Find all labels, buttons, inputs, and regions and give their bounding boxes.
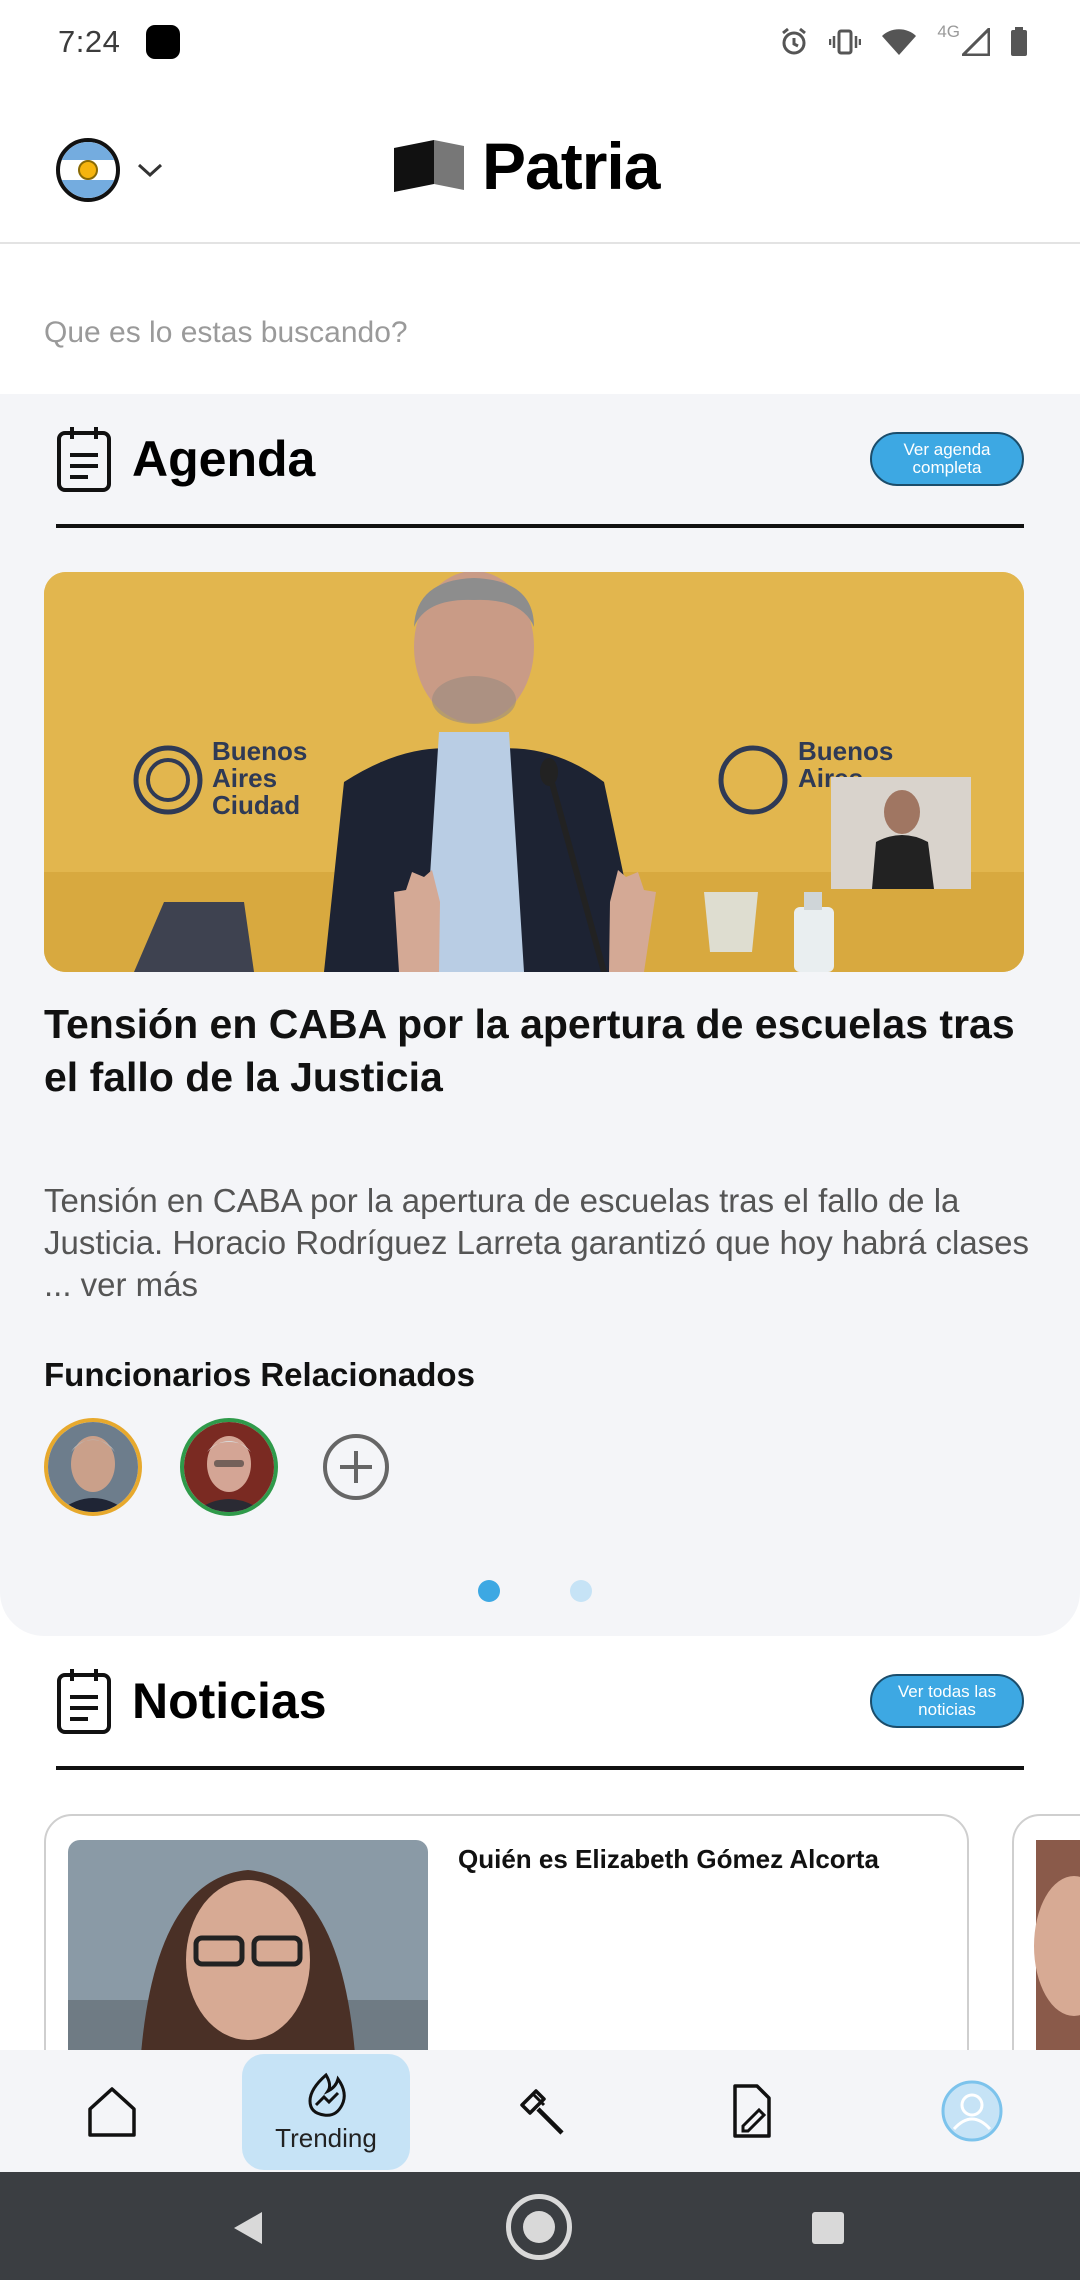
agenda-title: Agenda xyxy=(132,431,316,487)
signal-icon xyxy=(962,28,990,56)
agenda-section: Agenda Ver agenda completa Buenos Aires … xyxy=(0,394,1080,1636)
status-time: 7:24 xyxy=(58,24,121,59)
news-card-title: Quién es Elizabeth Gómez Alcorta xyxy=(458,1844,879,1874)
wifi-icon xyxy=(882,29,917,55)
nav-home[interactable] xyxy=(70,2050,154,2172)
argentina-flag-icon xyxy=(56,138,120,202)
official-avatar[interactable] xyxy=(44,1418,142,1516)
noticias-header: Noticias Ver todas las noticias xyxy=(56,1636,1024,1770)
status-icons: 4G xyxy=(779,22,1028,57)
alarm-icon xyxy=(782,27,807,55)
document-icon xyxy=(57,1669,111,1734)
nav-document[interactable] xyxy=(710,2050,794,2172)
profile-icon xyxy=(941,2080,1003,2142)
add-official-icon[interactable] xyxy=(320,1431,392,1503)
recent-apps-button[interactable] xyxy=(812,2212,844,2244)
agenda-hero-image[interactable]: Buenos Aires Ciudad Buenos Aires xyxy=(44,572,1024,972)
view-full-agenda-button[interactable]: Ver agenda completa xyxy=(870,432,1024,486)
back-icon[interactable] xyxy=(232,2210,264,2246)
system-home-button[interactable] xyxy=(506,2194,572,2260)
logo-text: Patria xyxy=(482,129,660,203)
trending-icon xyxy=(308,2072,346,2117)
bottom-navigation: Trending xyxy=(0,2050,1080,2172)
agenda-summary-text: Tensión en CABA por la apertura de escue… xyxy=(44,1182,1030,1261)
country-selector[interactable] xyxy=(56,138,164,202)
battery-icon xyxy=(1011,27,1027,56)
flag-logo-icon xyxy=(394,140,464,192)
related-officials-title: Funcionarios Relacionados xyxy=(44,1356,475,1393)
notification-icon xyxy=(146,25,181,59)
agenda-headline[interactable]: Tensión en CABA por la apertura de escue… xyxy=(44,998,1034,1104)
agenda-header: Agenda Ver agenda completa xyxy=(56,394,1024,528)
vibrate-icon xyxy=(829,29,862,55)
home-icon xyxy=(88,2087,136,2137)
nav-trending[interactable]: Trending xyxy=(242,2054,410,2170)
app-logo: Patria xyxy=(394,128,660,204)
search-bar xyxy=(0,246,1080,394)
carousel-dot[interactable] xyxy=(478,1580,500,1602)
nav-gavel[interactable] xyxy=(500,2050,584,2172)
related-officials-list xyxy=(44,1418,392,1516)
gavel-icon xyxy=(520,2089,564,2135)
official-avatar[interactable] xyxy=(180,1418,278,1516)
svg-text:Buenos: Buenos xyxy=(798,736,893,766)
search-input[interactable] xyxy=(44,316,1024,350)
hero-text-3: Ciudad xyxy=(212,790,300,820)
hero-text-1: Buenos xyxy=(212,736,307,766)
nav-trending-label: Trending xyxy=(275,2122,377,2153)
carousel-dot[interactable] xyxy=(570,1580,592,1602)
status-bar: 7:24 4G xyxy=(0,0,1080,84)
document-edit-icon xyxy=(733,2084,771,2138)
nav-profile[interactable] xyxy=(930,2050,1014,2172)
hero-text-2: Aires xyxy=(212,763,277,793)
view-all-news-button[interactable]: Ver todas las noticias xyxy=(870,1674,1024,1728)
carousel-indicator xyxy=(478,1580,592,1602)
system-navigation-bar xyxy=(0,2172,1080,2280)
noticias-title: Noticias xyxy=(132,1673,327,1729)
chevron-down-icon xyxy=(137,163,163,178)
agenda-summary: Tensión en CABA por la apertura de escue… xyxy=(44,1180,1044,1306)
network-type: 4G xyxy=(937,22,960,41)
document-icon xyxy=(57,427,111,492)
read-more-link[interactable]: ... ver más xyxy=(44,1266,198,1303)
app-header: Patria xyxy=(0,84,1080,244)
